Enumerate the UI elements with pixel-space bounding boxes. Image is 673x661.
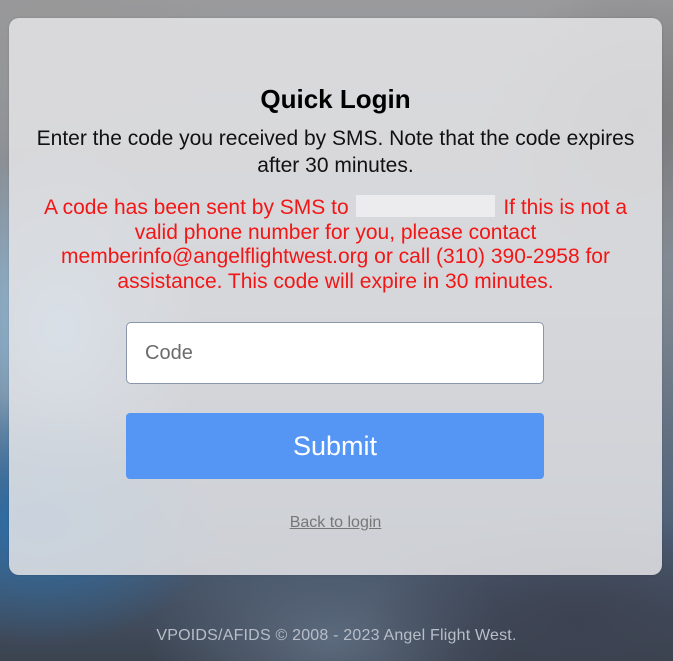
code-input[interactable] [126, 322, 544, 384]
footer-copyright: VPOIDS/AFIDS © 2008 - 2023 Angel Flight … [156, 627, 517, 644]
back-to-login-link[interactable]: Back to login [9, 514, 662, 532]
login-card: Quick Login Enter the code you received … [9, 18, 662, 575]
instructions-text: Enter the code you received by SMS. Note… [36, 127, 635, 177]
redacted-phone-number [356, 195, 496, 217]
submit-button[interactable]: Submit [126, 413, 544, 479]
sms-alert-message: A code has been sent by SMS to If this i… [29, 195, 642, 294]
page-title: Quick Login [260, 84, 411, 114]
alert-text-before: A code has been sent by SMS to [43, 196, 349, 219]
